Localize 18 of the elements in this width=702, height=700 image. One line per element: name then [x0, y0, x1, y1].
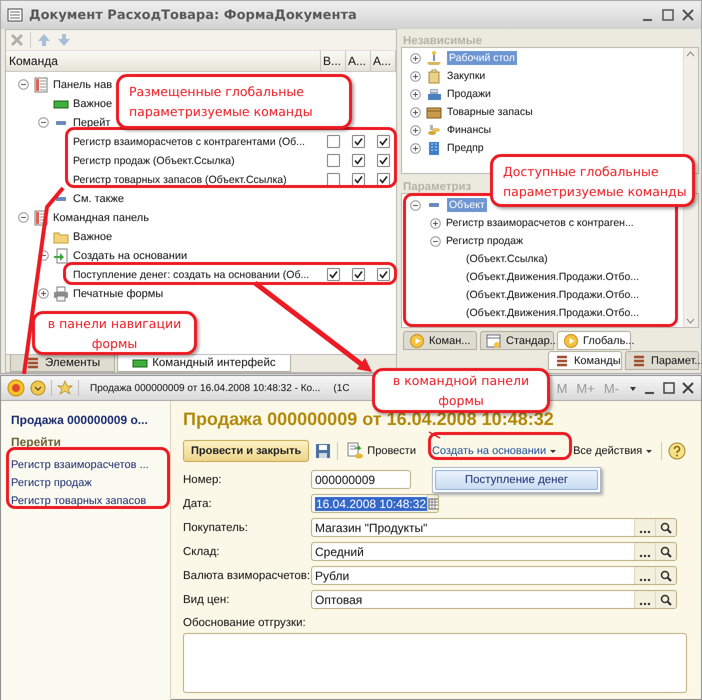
window-title-suffix: (1С	[333, 382, 350, 394]
window-title: Продажа 000000009 от 16.04.2008 10:48:32 - Ко...	[90, 382, 320, 394]
field-label: Покупатель:	[183, 522, 249, 534]
callout: Доступные глобальные параметризуемые команды	[490, 154, 695, 207]
callout: в панели навигации формы	[32, 311, 197, 355]
section-title: Перейти	[11, 435, 61, 449]
field-label: Вид цен:	[183, 594, 230, 606]
section-title: Параметриз	[403, 181, 472, 193]
field-label: Валюта взиморасчетов:	[183, 570, 311, 582]
field-label: Номер:	[183, 474, 223, 486]
section-title: Независимые	[403, 35, 482, 47]
window-title: Документ РасходТовара: ФормаДокумента	[29, 8, 358, 22]
field-label: Склад:	[183, 546, 220, 558]
field-label: Дата:	[183, 498, 213, 510]
field-label: Обоснование отгрузки:	[183, 617, 307, 629]
callout: Размещенные глобальные параметризуемые команды	[116, 74, 352, 129]
callout: в командной панели формы	[372, 368, 550, 413]
form-title: Продажа 000000009 о...	[11, 413, 148, 427]
